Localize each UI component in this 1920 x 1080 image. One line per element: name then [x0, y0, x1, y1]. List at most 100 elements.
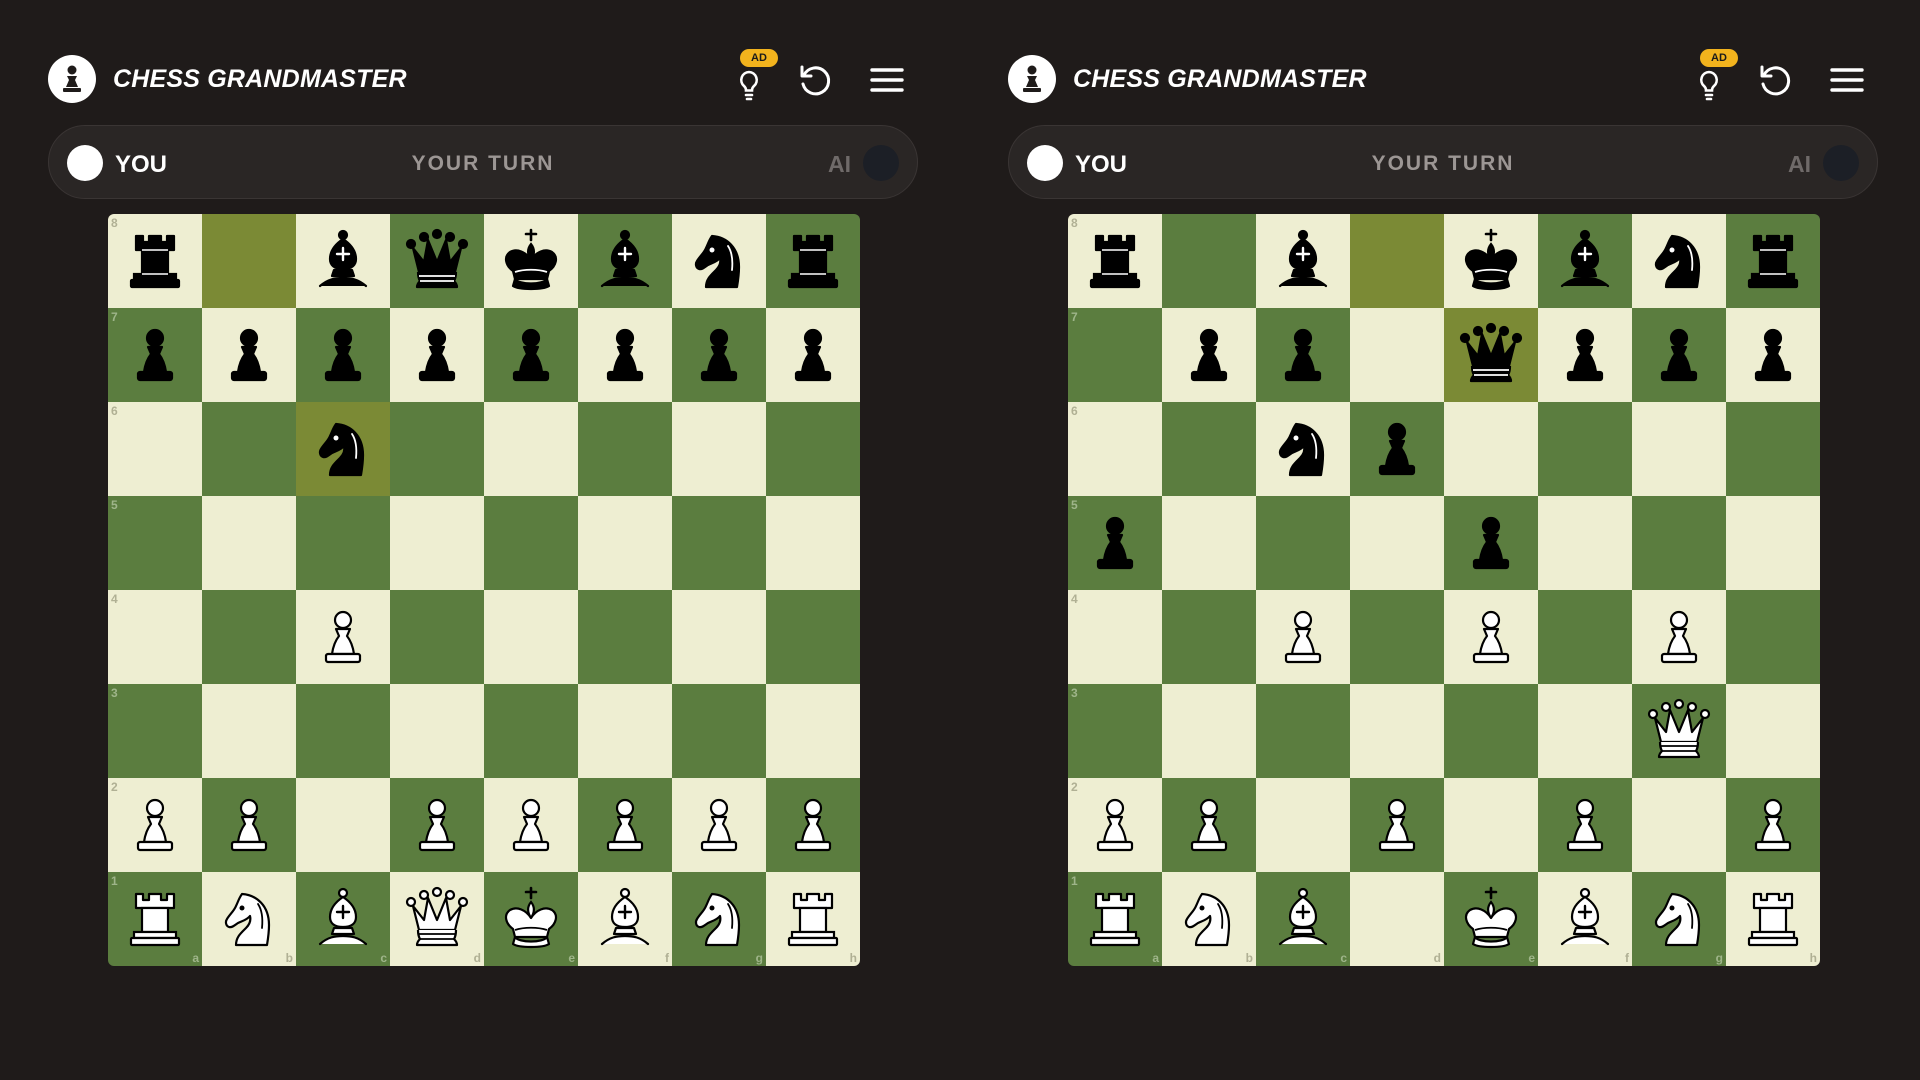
square-g3[interactable]	[1632, 684, 1726, 778]
square-h6[interactable]	[766, 402, 860, 496]
square-e2[interactable]	[1444, 778, 1538, 872]
square-g4[interactable]	[1632, 590, 1726, 684]
square-g4[interactable]	[672, 590, 766, 684]
square-a2[interactable]: 2	[108, 778, 202, 872]
square-a4[interactable]: 4	[108, 590, 202, 684]
square-g8[interactable]	[1632, 214, 1726, 308]
square-g2[interactable]	[1632, 778, 1726, 872]
square-a8[interactable]: 8	[1068, 214, 1162, 308]
square-d8[interactable]	[1350, 214, 1444, 308]
square-f3[interactable]	[1538, 684, 1632, 778]
square-g6[interactable]	[1632, 402, 1726, 496]
square-b5[interactable]	[1162, 496, 1256, 590]
square-h4[interactable]	[1726, 590, 1820, 684]
square-b8[interactable]	[202, 214, 296, 308]
square-c3[interactable]	[1256, 684, 1350, 778]
square-g5[interactable]	[672, 496, 766, 590]
square-f2[interactable]	[578, 778, 672, 872]
square-f6[interactable]	[578, 402, 672, 496]
square-b7[interactable]	[1162, 308, 1256, 402]
square-d2[interactable]	[1350, 778, 1444, 872]
hamburger-menu-icon[interactable]	[868, 61, 906, 99]
square-b2[interactable]	[1162, 778, 1256, 872]
square-f6[interactable]	[1538, 402, 1632, 496]
square-g8[interactable]	[672, 214, 766, 308]
square-h5[interactable]	[766, 496, 860, 590]
square-h3[interactable]	[1726, 684, 1820, 778]
square-e6[interactable]	[1444, 402, 1538, 496]
square-f3[interactable]	[578, 684, 672, 778]
square-g3[interactable]	[672, 684, 766, 778]
square-b3[interactable]	[202, 684, 296, 778]
square-a8[interactable]: 8	[108, 214, 202, 308]
square-d1[interactable]: d	[1350, 872, 1444, 966]
square-c8[interactable]	[296, 214, 390, 308]
square-g6[interactable]	[672, 402, 766, 496]
square-f4[interactable]	[1538, 590, 1632, 684]
square-a1[interactable]: 1a	[1068, 872, 1162, 966]
square-e3[interactable]	[1444, 684, 1538, 778]
square-a7[interactable]: 7	[1068, 308, 1162, 402]
square-e4[interactable]	[1444, 590, 1538, 684]
square-b6[interactable]	[1162, 402, 1256, 496]
square-c4[interactable]	[1256, 590, 1350, 684]
square-a5[interactable]: 5	[1068, 496, 1162, 590]
square-h3[interactable]	[766, 684, 860, 778]
square-h6[interactable]	[1726, 402, 1820, 496]
square-f7[interactable]	[1538, 308, 1632, 402]
square-f8[interactable]	[1538, 214, 1632, 308]
square-e8[interactable]	[1444, 214, 1538, 308]
square-d5[interactable]	[1350, 496, 1444, 590]
restart-icon[interactable]	[1756, 61, 1794, 99]
square-c7[interactable]	[296, 308, 390, 402]
square-d4[interactable]	[1350, 590, 1444, 684]
square-h2[interactable]	[1726, 778, 1820, 872]
square-b3[interactable]	[1162, 684, 1256, 778]
square-a7[interactable]: 7	[108, 308, 202, 402]
square-f1[interactable]: f	[1538, 872, 1632, 966]
square-a6[interactable]: 6	[108, 402, 202, 496]
square-c4[interactable]	[296, 590, 390, 684]
square-b5[interactable]	[202, 496, 296, 590]
square-d5[interactable]	[390, 496, 484, 590]
square-b4[interactable]	[1162, 590, 1256, 684]
square-c2[interactable]	[1256, 778, 1350, 872]
square-a3[interactable]: 3	[108, 684, 202, 778]
square-e4[interactable]	[484, 590, 578, 684]
square-g5[interactable]	[1632, 496, 1726, 590]
square-e1[interactable]: e	[1444, 872, 1538, 966]
square-h2[interactable]	[766, 778, 860, 872]
square-f4[interactable]	[578, 590, 672, 684]
square-b8[interactable]	[1162, 214, 1256, 308]
square-e2[interactable]	[484, 778, 578, 872]
square-h8[interactable]	[1726, 214, 1820, 308]
square-d6[interactable]	[1350, 402, 1444, 496]
square-f8[interactable]	[578, 214, 672, 308]
square-a1[interactable]: 1a	[108, 872, 202, 966]
square-h5[interactable]	[1726, 496, 1820, 590]
square-e7[interactable]	[484, 308, 578, 402]
square-c1[interactable]: c	[1256, 872, 1350, 966]
square-d4[interactable]	[390, 590, 484, 684]
square-g1[interactable]: g	[1632, 872, 1726, 966]
square-d1[interactable]: d	[390, 872, 484, 966]
square-e3[interactable]	[484, 684, 578, 778]
square-f5[interactable]	[1538, 496, 1632, 590]
square-d3[interactable]	[390, 684, 484, 778]
square-b2[interactable]	[202, 778, 296, 872]
square-h1[interactable]: h	[1726, 872, 1820, 966]
square-c1[interactable]: c	[296, 872, 390, 966]
square-d3[interactable]	[1350, 684, 1444, 778]
square-d7[interactable]	[1350, 308, 1444, 402]
square-g7[interactable]	[672, 308, 766, 402]
square-h7[interactable]	[766, 308, 860, 402]
square-h4[interactable]	[766, 590, 860, 684]
square-d7[interactable]	[390, 308, 484, 402]
square-c3[interactable]	[296, 684, 390, 778]
hamburger-menu-icon[interactable]	[1828, 61, 1866, 99]
square-b4[interactable]	[202, 590, 296, 684]
square-c8[interactable]	[1256, 214, 1350, 308]
square-b6[interactable]	[202, 402, 296, 496]
square-h7[interactable]	[1726, 308, 1820, 402]
square-d8[interactable]	[390, 214, 484, 308]
